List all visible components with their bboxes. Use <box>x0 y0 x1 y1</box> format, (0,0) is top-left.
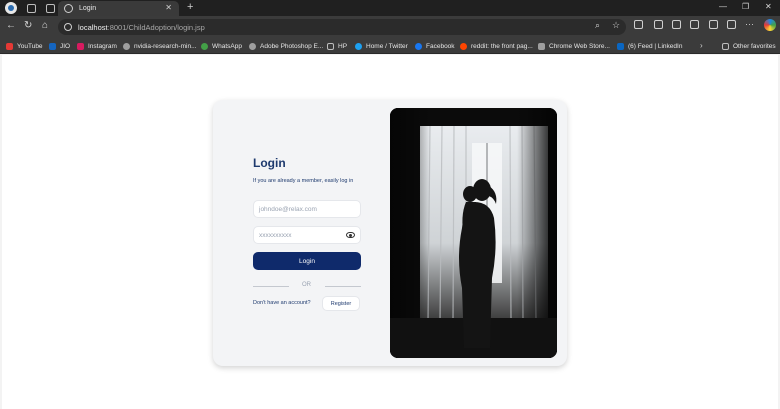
browser-tab[interactable]: Login ✕ <box>58 1 179 16</box>
reddit-icon <box>460 42 467 50</box>
bookmark-chrome-web-store[interactable]: Chrome Web Store... <box>538 41 610 51</box>
login-subtitle: If you are already a member, easily log … <box>253 178 354 184</box>
bookmark-nvidia[interactable]: nvidia-research-min... <box>123 41 197 51</box>
no-account-text: Don't have an account? <box>253 300 311 306</box>
jio-icon <box>49 42 56 50</box>
bookmark-whatsapp[interactable]: WhatsApp <box>201 41 242 51</box>
profile-avatar-icon[interactable] <box>5 2 17 14</box>
split-screen-icon[interactable] <box>654 20 663 29</box>
copilot-icon[interactable] <box>764 19 776 31</box>
refresh-icon[interactable]: ↻ <box>24 20 32 31</box>
back-icon[interactable]: ← <box>6 20 16 31</box>
tab-title: Login <box>79 5 97 12</box>
new-tab-icon[interactable]: + <box>187 1 193 13</box>
bookmark-photoshop[interactable]: Adobe Photoshop E... <box>249 41 323 51</box>
bookmark-facebook[interactable]: Facebook <box>415 41 455 51</box>
workspaces-icon[interactable] <box>27 3 36 13</box>
or-divider-text: OR <box>302 282 311 288</box>
close-window-icon[interactable]: ✕ <box>765 2 772 11</box>
password-placeholder: xxxxxxxxxx <box>259 231 292 239</box>
more-menu-icon[interactable]: ··· <box>745 19 754 29</box>
tab-actions-icon[interactable] <box>46 3 55 13</box>
email-placeholder: johndoe@relax.com <box>259 205 317 213</box>
mother-child-photo <box>390 108 557 358</box>
bookmark-instagram[interactable]: Instagram <box>77 41 117 51</box>
extensions-puzzle-icon[interactable] <box>727 20 736 29</box>
collections-icon[interactable] <box>690 20 699 29</box>
favorite-star-icon[interactable]: ☆ <box>612 20 620 31</box>
extension-icon[interactable] <box>709 20 718 29</box>
url-text: localhost:8001/ChildAdoption/login.jsp <box>78 22 205 32</box>
home-icon[interactable]: ⌂ <box>42 20 48 31</box>
bookmark-reddit[interactable]: reddit: the front pag... <box>460 41 533 51</box>
facebook-icon <box>415 42 422 50</box>
youtube-icon <box>6 42 13 50</box>
web-store-icon <box>538 42 545 50</box>
maximize-icon[interactable]: ❐ <box>742 2 749 11</box>
register-button[interactable]: Register <box>322 296 360 311</box>
divider-left <box>253 286 289 287</box>
zoom-icon[interactable]: ⌕ <box>595 20 600 31</box>
favorites-icon[interactable] <box>672 20 681 29</box>
minimize-icon[interactable]: — <box>719 2 727 11</box>
globe-icon <box>249 42 256 50</box>
login-title: Login <box>253 156 286 170</box>
site-info-icon[interactable] <box>64 23 72 31</box>
divider-right <box>325 286 361 287</box>
address-bar[interactable]: localhost:8001/ChildAdoption/login.jsp <box>58 19 626 35</box>
other-favorites[interactable]: Other favorites <box>722 41 776 51</box>
globe-icon <box>123 42 130 50</box>
show-password-eye-icon[interactable] <box>346 232 355 238</box>
instagram-icon <box>77 42 84 50</box>
globe-icon <box>64 4 73 13</box>
whatsapp-icon <box>201 42 208 50</box>
chevron-right-icon[interactable]: › <box>700 40 703 50</box>
folder-icon <box>722 42 729 50</box>
password-field[interactable]: xxxxxxxxxx <box>253 226 361 244</box>
bookmarks-bar: YouTube JIO Instagram nvidia-research-mi… <box>0 38 780 54</box>
bookmark-jio[interactable]: JIO <box>49 41 70 51</box>
login-button[interactable]: Login <box>253 252 361 270</box>
linkedin-icon <box>617 42 624 50</box>
bookmark-hp[interactable]: HP <box>327 41 347 51</box>
email-field[interactable]: johndoe@relax.com <box>253 200 361 218</box>
folder-icon <box>327 42 334 50</box>
twitter-icon <box>355 42 362 50</box>
refresh-extension-icon[interactable] <box>634 20 643 29</box>
bookmark-twitter[interactable]: Home / Twitter <box>355 41 408 51</box>
bookmark-linkedin[interactable]: (6) Feed | LinkedIn <box>617 41 682 51</box>
tab-close-icon[interactable]: ✕ <box>165 3 172 12</box>
bookmark-youtube[interactable]: YouTube <box>6 41 43 51</box>
